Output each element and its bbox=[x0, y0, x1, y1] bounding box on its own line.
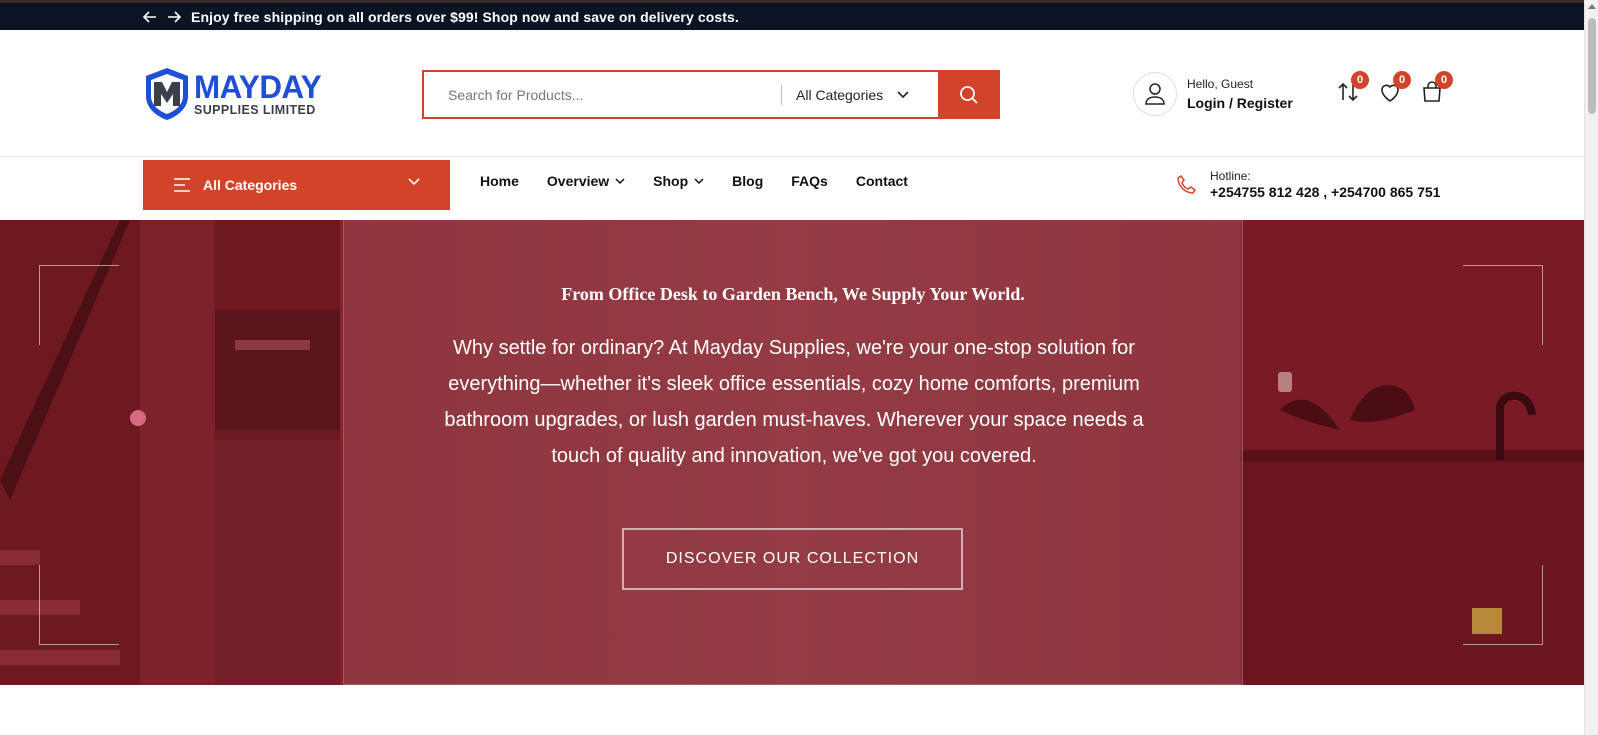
nav-overview-label: Overview bbox=[546, 173, 610, 189]
announcement-bar: Enjoy free shipping on all orders over $… bbox=[0, 0, 1584, 30]
site-header: MAYDAY SUPPLIES LIMITED All Categories H… bbox=[0, 30, 1584, 157]
account-widget[interactable]: Hello, Guest Login / Register bbox=[1133, 72, 1293, 116]
nav-faqs-label: FAQs bbox=[791, 173, 828, 189]
hero-description: Why settle for ordinary? At Mayday Suppl… bbox=[444, 337, 1144, 467]
search-icon bbox=[960, 85, 978, 104]
frame-corner bbox=[39, 265, 119, 345]
phone-icon bbox=[1177, 174, 1197, 194]
nav-home-label: Home bbox=[480, 173, 519, 189]
scrollbar-thumb[interactable] bbox=[1588, 18, 1596, 114]
frame-corner bbox=[39, 565, 119, 645]
nav-contact[interactable]: Contact bbox=[856, 173, 908, 189]
all-categories-label: All Categories bbox=[203, 177, 298, 193]
hotline-numbers[interactable]: +254755 812 428 , +254700 865 751 bbox=[1210, 184, 1440, 200]
compare-button[interactable]: 0 bbox=[1336, 71, 1369, 104]
login-register-link[interactable]: Login / Register bbox=[1187, 95, 1293, 111]
chevron-down-icon bbox=[408, 178, 420, 186]
cart-button[interactable]: 0 bbox=[1420, 71, 1453, 104]
discover-collection-button[interactable]: DISCOVER OUR COLLECTION bbox=[622, 528, 963, 590]
chevron-down-icon bbox=[897, 90, 909, 98]
nav-faqs[interactable]: FAQs bbox=[791, 173, 828, 189]
nav-blog-label: Blog bbox=[732, 173, 764, 189]
nav-blog[interactable]: Blog bbox=[732, 173, 763, 189]
site-logo[interactable]: MAYDAY SUPPLIES LIMITED bbox=[143, 66, 324, 122]
header-actions: 0 0 0 bbox=[1336, 71, 1453, 104]
frame-corner bbox=[1463, 265, 1543, 345]
hero-banner: From Office Desk to Garden Bench, We Sup… bbox=[0, 220, 1584, 685]
shield-logo-icon bbox=[146, 68, 188, 120]
user-icon bbox=[1133, 72, 1177, 116]
nav-menu: Home Overview Shop Blog FAQs Contact bbox=[480, 173, 908, 189]
logo-subtitle: SUPPLIES LIMITED bbox=[194, 103, 316, 118]
search-input[interactable] bbox=[424, 72, 781, 117]
menu-icon bbox=[174, 178, 190, 192]
search-bar: All Categories bbox=[422, 70, 1000, 119]
wishlist-button[interactable]: 0 bbox=[1378, 71, 1411, 104]
scroll-up-icon[interactable] bbox=[1588, 4, 1596, 9]
nav-shop[interactable]: Shop bbox=[653, 173, 704, 189]
greeting-text: Hello, Guest bbox=[1187, 77, 1254, 91]
frame-corner bbox=[1463, 565, 1543, 645]
category-select[interactable]: All Categories bbox=[782, 72, 938, 117]
nav-overview[interactable]: Overview bbox=[547, 173, 625, 189]
all-categories-button[interactable]: All Categories bbox=[143, 160, 450, 210]
category-select-value: All Categories bbox=[796, 86, 884, 103]
cart-count-badge: 0 bbox=[1435, 71, 1453, 89]
announcement-nav bbox=[143, 10, 181, 24]
nav-contact-label: Contact bbox=[855, 173, 908, 189]
chevron-down-icon bbox=[694, 177, 704, 184]
hotline: Hotline: +254755 812 428 , +254700 865 7… bbox=[1176, 169, 1440, 200]
search-button[interactable] bbox=[938, 70, 1000, 119]
wishlist-count-badge: 0 bbox=[1393, 71, 1411, 89]
nav-home[interactable]: Home bbox=[480, 173, 519, 189]
page-scrollbar[interactable] bbox=[1584, 0, 1598, 735]
logo-title: MAYDAY bbox=[194, 69, 322, 106]
arrow-left-icon[interactable] bbox=[143, 10, 157, 24]
promo-text: Enjoy free shipping on all orders over $… bbox=[191, 8, 739, 25]
chevron-down-icon bbox=[615, 177, 625, 184]
hero-content-panel: From Office Desk to Garden Bench, We Sup… bbox=[343, 220, 1243, 685]
content-area bbox=[0, 685, 1584, 735]
compare-count-badge: 0 bbox=[1351, 71, 1369, 89]
nav-shop-label: Shop bbox=[653, 173, 689, 189]
hero-tagline: From Office Desk to Garden Bench, We Sup… bbox=[561, 284, 1025, 304]
main-navbar: All Categories Home Overview Shop Blog F… bbox=[0, 157, 1584, 220]
hotline-label: Hotline: bbox=[1210, 169, 1251, 183]
arrow-right-icon[interactable] bbox=[167, 10, 181, 24]
